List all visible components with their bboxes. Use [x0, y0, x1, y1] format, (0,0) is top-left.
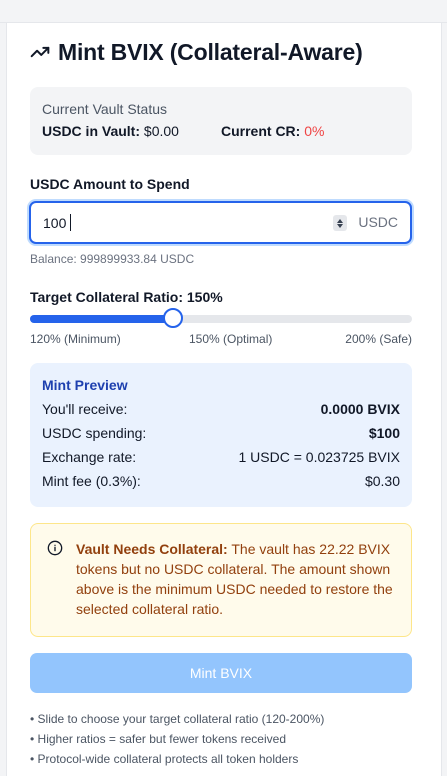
preview-row: You'll receive: 0.0000 BVIX: [42, 401, 400, 417]
balance-text: Balance: 999899933.84 USDC: [30, 252, 195, 266]
warning-text: Vault Needs Collateral: The vault has 22…: [76, 539, 396, 619]
trending-up-icon: [30, 46, 50, 58]
preview-fee-value: $0.30: [364, 473, 400, 489]
spinner-up-icon[interactable]: [337, 218, 343, 223]
usdc-in-vault-label: USDC in Vault:: [42, 123, 141, 139]
card-header: Mint BVIX (Collateral-Aware): [30, 38, 363, 66]
current-cr-value: 0%: [304, 123, 325, 139]
slider-mid-label: 150% (Optimal): [189, 332, 273, 346]
slider-max-label: 200% (Safe): [345, 332, 412, 346]
preview-row: Mint fee (0.3%): $0.30: [42, 473, 400, 489]
slider-fill: [30, 315, 174, 323]
preview-rate-value: 1 USDC = 0.023725 BVIX: [238, 449, 401, 465]
note-item: • Protocol-wide collateral protects all …: [30, 752, 299, 766]
spinner-down-icon[interactable]: [337, 223, 343, 228]
collateral-warning: Vault Needs Collateral: The vault has 22…: [30, 523, 412, 637]
usdc-in-vault: USDC in Vault: $0.00: [42, 123, 221, 139]
note-item: • Slide to choose your target collateral…: [30, 712, 325, 726]
mint-bvix-button[interactable]: Mint BVIX: [30, 653, 412, 693]
preview-receive-value: 0.0000 BVIX: [320, 401, 400, 417]
vault-status-heading: Current Vault Status: [42, 101, 168, 117]
info-icon: [47, 540, 63, 556]
preview-receive-label: You'll receive:: [42, 401, 128, 417]
vault-status-panel: Current Vault Status USDC in Vault: $0.0…: [30, 87, 412, 155]
collateral-ratio-slider[interactable]: [30, 315, 412, 323]
text-caret: [70, 214, 71, 231]
preview-row: USDC spending: $100: [42, 425, 400, 441]
preview-rate-label: Exchange rate:: [42, 449, 137, 465]
preview-fee-label: Mint fee (0.3%):: [42, 473, 141, 489]
current-cr-label: Current CR:: [221, 123, 301, 139]
preview-spending-value: $100: [368, 425, 400, 441]
preview-spending-label: USDC spending:: [42, 425, 147, 441]
preview-row: Exchange rate: 1 USDC = 0.023725 BVIX: [42, 449, 400, 465]
note-item: • Higher ratios = safer but fewer tokens…: [30, 732, 286, 746]
mint-preview-heading: Mint Preview: [42, 377, 128, 393]
top-bar: [0, 0, 447, 23]
mint-preview-panel: Mint Preview You'll receive: 0.0000 BVIX…: [30, 363, 412, 507]
page-title: Mint BVIX (Collateral-Aware): [58, 38, 363, 65]
usdc-amount-input[interactable]: [43, 203, 333, 242]
help-notes: • Slide to choose your target collateral…: [30, 709, 324, 769]
target-ratio-label: Target Collateral Ratio: 150%: [30, 289, 223, 305]
usdc-in-vault-value: $0.00: [143, 123, 179, 139]
vault-status-row: USDC in Vault: $0.00 Current CR: 0%: [42, 123, 400, 139]
slider-min-label: 120% (Minimum): [30, 332, 121, 346]
warning-title: Vault Needs Collateral:: [76, 541, 228, 557]
usdc-amount-label: USDC Amount to Spend: [30, 176, 190, 192]
usdc-unit-label: USDC: [358, 214, 398, 230]
current-cr: Current CR: 0%: [221, 123, 400, 139]
usdc-amount-field[interactable]: USDC: [29, 201, 412, 244]
spinner-icon[interactable]: [333, 215, 347, 231]
